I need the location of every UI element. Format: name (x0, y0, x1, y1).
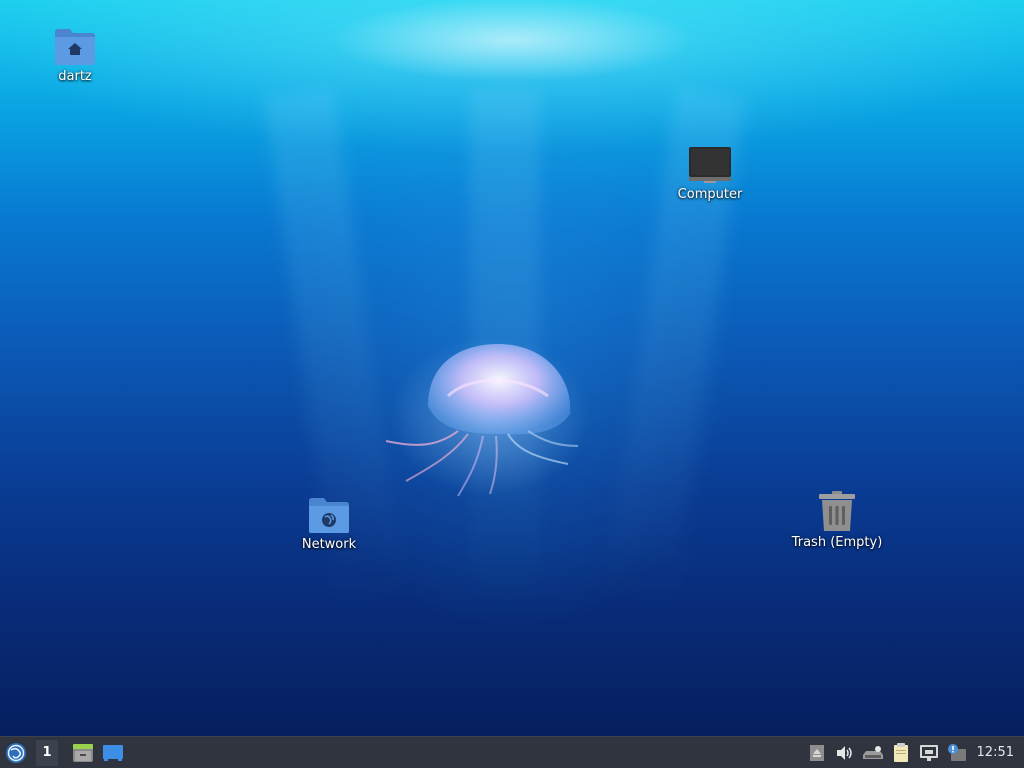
eject-button[interactable] (803, 737, 831, 768)
desktop-icon-trash[interactable]: Trash (Empty) (782, 488, 892, 550)
power-manager-button[interactable] (859, 737, 887, 768)
show-desktop-button[interactable] (98, 737, 128, 768)
show-desktop-icon (103, 744, 123, 761)
bottom-panel: 1 12:51 (0, 736, 1024, 768)
desktop-icon-label: Trash (Empty) (791, 535, 883, 550)
network-wired-icon (919, 744, 938, 761)
desktop-wallpaper (0, 0, 1024, 736)
volume-icon (836, 745, 852, 760)
eject-icon (809, 744, 824, 761)
workspace-switcher[interactable]: 1 (36, 739, 58, 766)
desktop-icon-network[interactable]: Network (274, 490, 384, 552)
xfce-menu-icon (6, 742, 26, 763)
system-tray: 12:51 (803, 737, 1024, 768)
updates-button[interactable] (943, 737, 971, 768)
computer-icon (689, 147, 731, 183)
desktop-icon-label: Network (301, 537, 357, 552)
volume-button[interactable] (831, 737, 859, 768)
desktop-icon-label: dartz (58, 69, 92, 84)
desktop-icon-home[interactable]: dartz (20, 22, 130, 84)
trash-icon (819, 491, 855, 531)
file-manager-launcher[interactable] (68, 737, 98, 768)
power-manager-icon (862, 745, 883, 759)
jellyfish-image (385, 336, 588, 497)
network-folder-icon (309, 498, 349, 533)
desktop-icon-label: Computer (677, 187, 743, 202)
desktop-icon-computer[interactable]: Computer (655, 140, 765, 202)
updates-notification-icon (947, 743, 966, 761)
clipboard-icon (893, 742, 908, 762)
clipboard-button[interactable] (887, 737, 915, 768)
applications-menu-button[interactable] (0, 737, 32, 768)
network-button[interactable] (915, 737, 943, 768)
panel-clock[interactable]: 12:51 (971, 745, 1024, 760)
file-manager-icon (73, 743, 93, 762)
home-folder-icon (55, 29, 95, 65)
